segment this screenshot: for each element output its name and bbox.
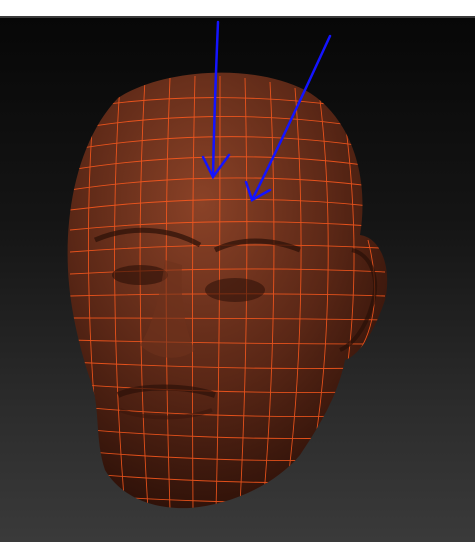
viewport-canvas[interactable] (0, 18, 475, 542)
head-mesh[interactable] (67, 72, 388, 510)
viewport[interactable] (0, 18, 475, 542)
window-top-strip (0, 0, 475, 18)
